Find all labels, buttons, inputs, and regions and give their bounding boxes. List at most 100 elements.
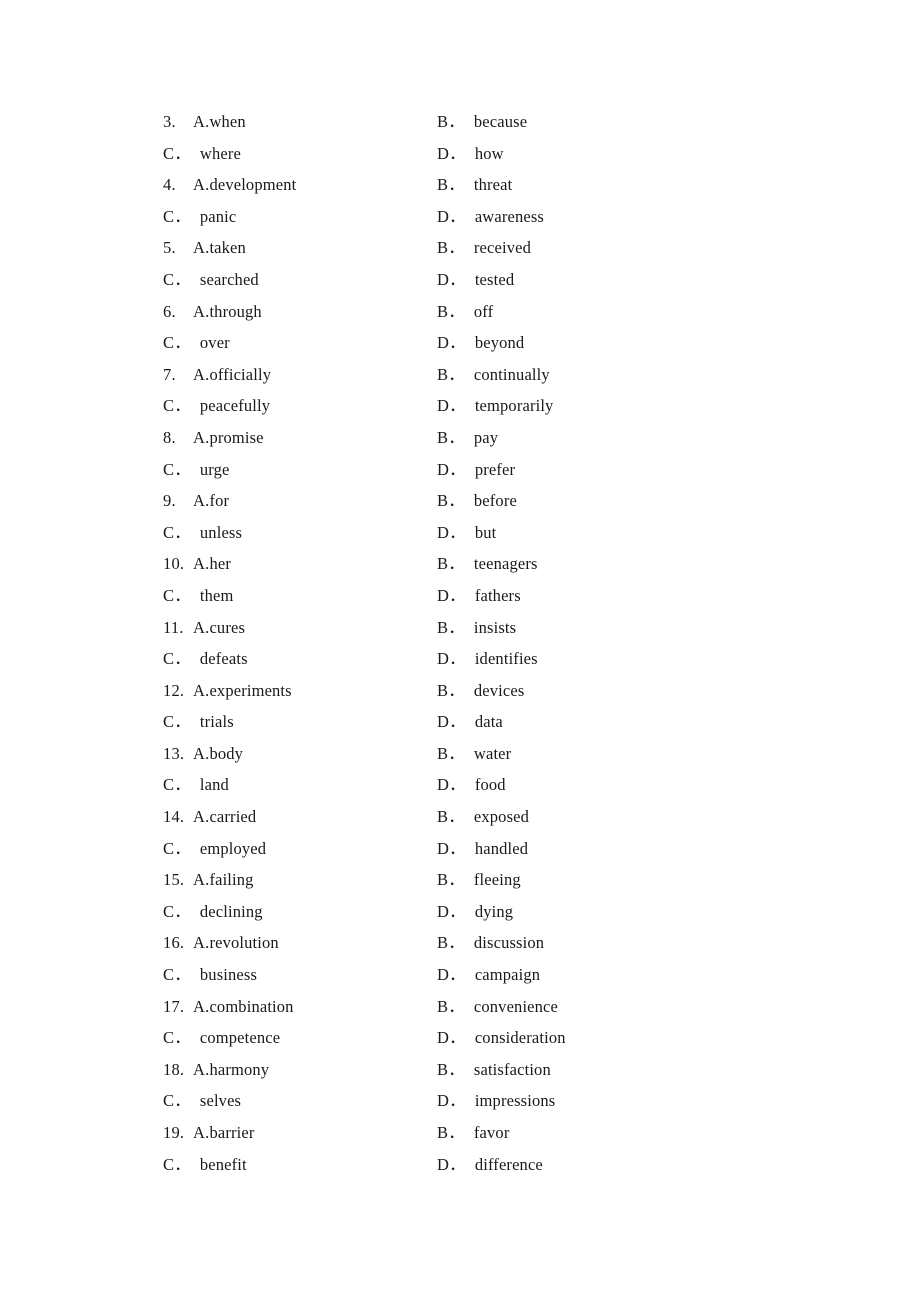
- question-number: 4.: [163, 175, 176, 195]
- option-a[interactable]: 14. A. carried: [163, 801, 437, 833]
- option-a[interactable]: 5. A. taken: [163, 232, 437, 264]
- option-d[interactable]: D． difference: [437, 1149, 543, 1181]
- option-text-a: officially: [209, 364, 272, 384]
- option-d[interactable]: D． campaign: [437, 959, 540, 991]
- option-d[interactable]: D． impressions: [437, 1085, 555, 1117]
- question-block: 19. A. barrier B． favor C． benefit D． difference: [163, 1117, 860, 1180]
- option-c[interactable]: C． benefit: [163, 1149, 437, 1181]
- option-a[interactable]: 6. A. through: [163, 296, 437, 328]
- option-label-d: D．: [437, 649, 466, 669]
- option-label-d: D．: [437, 1028, 466, 1048]
- option-c[interactable]: C． panic: [163, 201, 437, 233]
- question-number: 13.: [163, 743, 185, 763]
- option-text-b: off: [473, 301, 494, 321]
- option-text-d: tested: [474, 269, 515, 289]
- option-label-d: D．: [437, 1154, 466, 1174]
- option-d[interactable]: D． consideration: [437, 1022, 566, 1054]
- option-row-ab: 17. A. combination B． convenience: [163, 991, 860, 1023]
- option-b[interactable]: B． threat: [437, 169, 512, 201]
- option-a[interactable]: 19. A. barrier: [163, 1117, 437, 1149]
- option-c[interactable]: C． competence: [163, 1022, 437, 1054]
- option-b[interactable]: B． discussion: [437, 927, 544, 959]
- option-b[interactable]: B． convenience: [437, 991, 558, 1023]
- option-d[interactable]: D． handled: [437, 833, 528, 865]
- option-b[interactable]: B． exposed: [437, 801, 529, 833]
- option-b[interactable]: B． teenagers: [437, 548, 538, 580]
- option-a[interactable]: 13. A. body: [163, 738, 437, 770]
- option-label-b: B．: [437, 554, 465, 574]
- option-text-d: difference: [474, 1154, 543, 1174]
- option-label-a: A.: [193, 617, 210, 637]
- option-d[interactable]: D． data: [437, 706, 503, 738]
- option-label-b: B．: [437, 1123, 465, 1142]
- option-d[interactable]: D． tested: [437, 264, 514, 296]
- option-d[interactable]: D． temporarily: [437, 390, 553, 422]
- option-a[interactable]: 16. A. revolution: [163, 927, 437, 959]
- option-a[interactable]: 4. A. development: [163, 169, 437, 201]
- option-row-cd: C． them D． fathers: [163, 580, 860, 612]
- option-d[interactable]: D． how: [437, 138, 504, 170]
- option-b[interactable]: B． insists: [437, 612, 516, 644]
- question-block: 6. A. through B． off C． over D． beyond: [163, 296, 860, 359]
- option-c[interactable]: C． peacefully: [163, 390, 437, 422]
- option-b[interactable]: B． water: [437, 738, 511, 770]
- option-c[interactable]: C． land: [163, 769, 437, 801]
- option-d[interactable]: D． identifies: [437, 643, 538, 675]
- option-d[interactable]: D． but: [437, 517, 496, 549]
- option-b[interactable]: B． fleeing: [437, 864, 521, 896]
- option-d[interactable]: D． prefer: [437, 454, 515, 486]
- option-d[interactable]: D． food: [437, 769, 506, 801]
- option-d[interactable]: D． awareness: [437, 201, 544, 233]
- option-b[interactable]: B． devices: [437, 675, 524, 707]
- option-c[interactable]: C． over: [163, 327, 437, 359]
- option-c[interactable]: C． unless: [163, 517, 437, 549]
- option-b[interactable]: B． because: [437, 106, 527, 138]
- option-a[interactable]: 12. A. experiments: [163, 675, 437, 707]
- option-a[interactable]: 10. A. her: [163, 548, 437, 580]
- option-a[interactable]: 15. A. failing: [163, 864, 437, 896]
- option-label-b: B．: [437, 301, 465, 321]
- option-c[interactable]: C． defeats: [163, 643, 437, 675]
- option-label-c: C．: [163, 1091, 191, 1111]
- option-b[interactable]: B． received: [437, 232, 531, 264]
- question-number: 7.: [163, 364, 176, 384]
- option-label-c: C．: [163, 269, 191, 289]
- option-c[interactable]: C． where: [163, 138, 437, 170]
- option-c[interactable]: C． trials: [163, 706, 437, 738]
- option-a[interactable]: 8. A. promise: [163, 422, 437, 454]
- option-a[interactable]: 18. A. harmony: [163, 1054, 437, 1086]
- option-c[interactable]: C． them: [163, 580, 437, 612]
- option-label-a: A.: [193, 301, 210, 321]
- option-d[interactable]: D． dying: [437, 896, 513, 928]
- option-a[interactable]: 3. A. when: [163, 106, 437, 138]
- option-c[interactable]: C． employed: [163, 833, 437, 865]
- option-a[interactable]: 7. A. officially: [163, 359, 437, 391]
- option-d[interactable]: D． fathers: [437, 580, 521, 612]
- option-a[interactable]: 9. A. for: [163, 485, 437, 517]
- option-row-cd: C． defeats D． identifies: [163, 643, 860, 675]
- option-b[interactable]: B． off: [437, 296, 493, 328]
- option-d[interactable]: D． beyond: [437, 327, 524, 359]
- option-text-d: food: [474, 775, 506, 795]
- option-row-ab: 16. A. revolution B． discussion: [163, 927, 860, 959]
- option-text-d: dying: [474, 901, 514, 921]
- option-c[interactable]: C． business: [163, 959, 437, 991]
- option-b[interactable]: B． before: [437, 485, 517, 517]
- option-b[interactable]: B． satisfaction: [437, 1054, 551, 1086]
- option-row-cd: C． benefit D． difference: [163, 1149, 860, 1181]
- option-a[interactable]: 11. A. cures: [163, 612, 437, 644]
- question-block: 5. A. taken B． received C． searched D． tested: [163, 232, 860, 295]
- option-b[interactable]: B． continually: [437, 359, 550, 391]
- option-label-a: A.: [193, 554, 210, 574]
- option-c[interactable]: C． declining: [163, 896, 437, 928]
- option-c[interactable]: C． searched: [163, 264, 437, 296]
- option-b[interactable]: B． pay: [437, 422, 498, 454]
- option-a[interactable]: 17. A. combination: [163, 991, 437, 1023]
- option-c[interactable]: C． urge: [163, 454, 437, 486]
- option-b[interactable]: B． favor: [437, 1117, 509, 1149]
- option-label-c: C．: [163, 838, 191, 858]
- option-c[interactable]: C． selves: [163, 1085, 437, 1117]
- question-number: 12.: [163, 680, 185, 700]
- option-label-a: A.: [193, 175, 210, 195]
- option-row-ab: 18. A. harmony B． satisfaction: [163, 1054, 860, 1086]
